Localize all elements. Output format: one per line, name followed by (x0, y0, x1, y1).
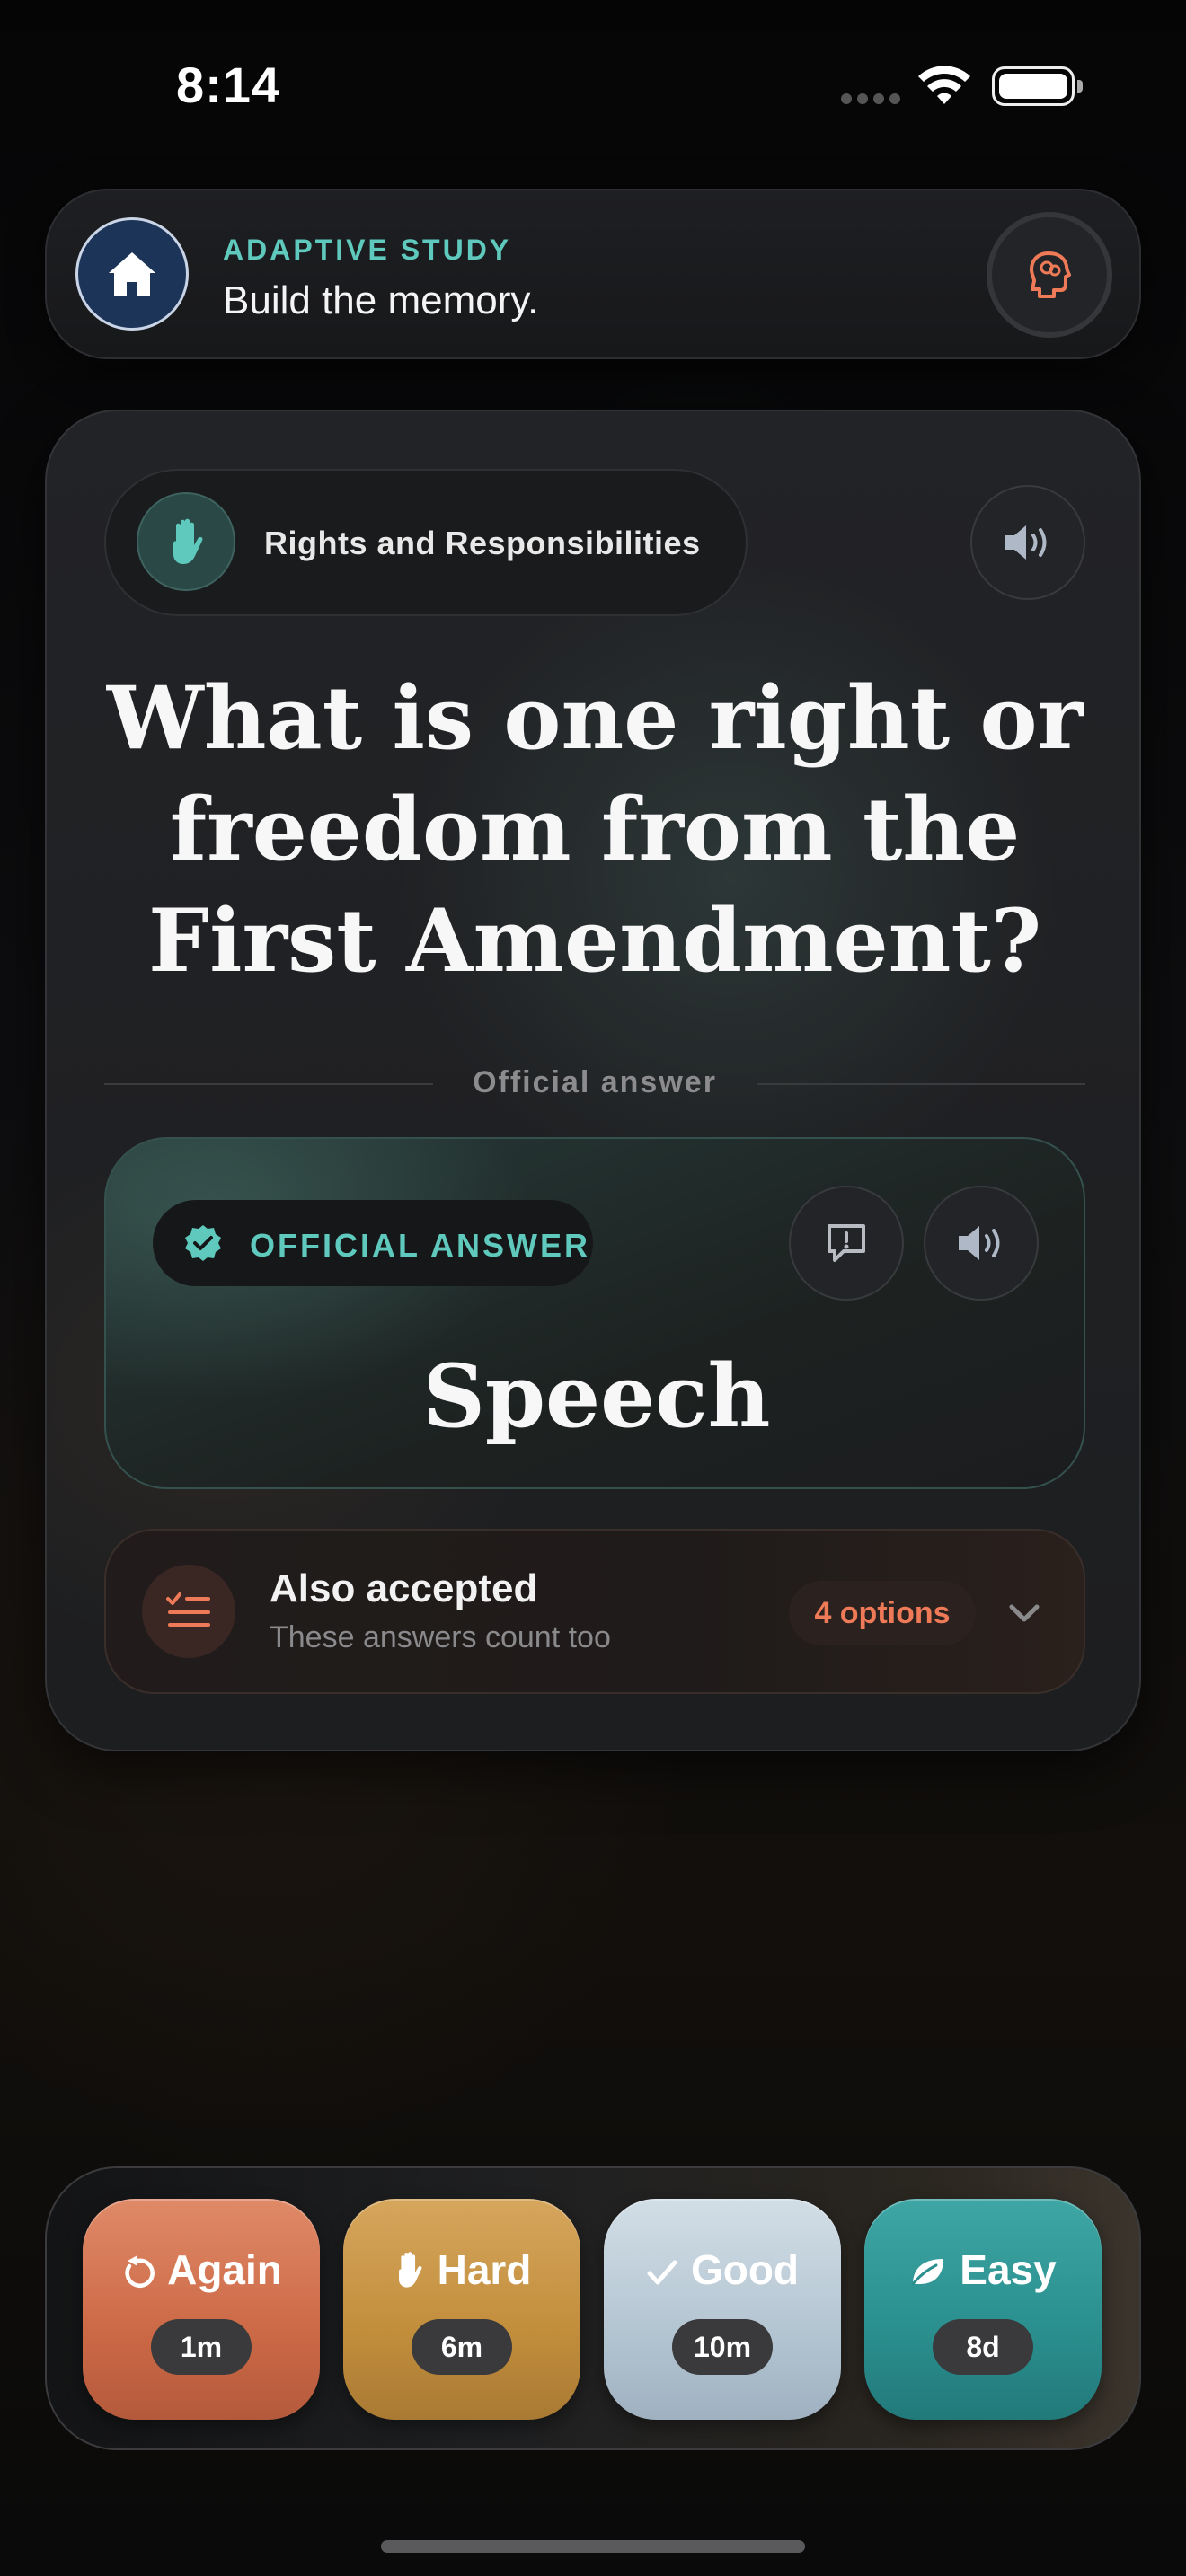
rating-bar: Again 1m Hard 6m Good 10m Easy 8d (45, 2166, 1141, 2450)
feedback-exclamation-icon (828, 1224, 865, 1262)
rate-again-label: Again (167, 2246, 282, 2293)
checklist-icon-badge (142, 1565, 235, 1658)
category-chip: Rights and Responsibilities (104, 469, 748, 616)
battery-icon (992, 66, 1083, 106)
category-label: Rights and Responsibilities (264, 525, 701, 561)
verified-badge-icon (185, 1225, 221, 1261)
question-text: What is one right or freedom from the Fi… (106, 667, 1084, 992)
rate-again-button[interactable]: Again 1m (83, 2199, 320, 2420)
also-accepted-title: Also accepted (270, 1566, 538, 1610)
official-answer-badge: OFFICIAL ANSWER (153, 1200, 593, 1286)
raised-hand-icon (398, 2252, 422, 2288)
official-answer-text: Speech (422, 1345, 771, 1447)
rate-easy-interval: 8d (933, 2319, 1033, 2375)
also-accepted-row[interactable]: Also accepted These answers count too 4 … (104, 1529, 1085, 1694)
options-count-badge: 4 options (789, 1581, 976, 1645)
rate-again-interval: 1m (151, 2319, 252, 2375)
header-title: Build the memory. (223, 278, 539, 322)
rate-hard-label: Hard (437, 2246, 532, 2293)
report-answer-button[interactable] (789, 1186, 904, 1301)
speak-question-button[interactable] (970, 485, 1085, 600)
rate-easy-label: Easy (960, 2246, 1057, 2293)
question-card: Rights and Responsibilities What is one … (45, 410, 1141, 1751)
official-answer-panel: OFFICIAL ANSWER Speech (104, 1137, 1085, 1489)
head-brain-icon (1030, 251, 1071, 298)
speaker-icon (1005, 525, 1047, 560)
raised-hand-icon (173, 518, 203, 564)
chevron-down-icon (1009, 1604, 1040, 1622)
checklist-icon (166, 1592, 210, 1627)
memory-button[interactable] (987, 212, 1112, 338)
speaker-icon (959, 1226, 1000, 1260)
leaf-icon (911, 2259, 944, 2286)
wifi-icon (918, 66, 970, 104)
study-header: ADAPTIVE STUDY Build the memory. (45, 189, 1141, 359)
status-time: 8:14 (176, 57, 281, 113)
checkmark-icon (647, 2260, 677, 2285)
section-divider: Official answer (104, 1065, 1085, 1101)
rate-good-label: Good (690, 2246, 800, 2293)
home-indicator[interactable] (381, 2540, 805, 2553)
also-accepted-subtitle: These answers count too (270, 1620, 611, 1654)
official-answer-label: OFFICIAL ANSWER (250, 1227, 590, 1264)
home-button[interactable] (75, 217, 189, 331)
rate-hard-button[interactable]: Hard 6m (343, 2199, 580, 2420)
rate-good-interval: 10m (672, 2319, 773, 2375)
undo-arrow-icon (125, 2255, 155, 2288)
rate-hard-interval: 6m (412, 2319, 512, 2375)
cellular-signal-icon (841, 93, 904, 106)
status-bar: 8:14 (0, 0, 1186, 180)
house-icon (109, 252, 155, 296)
rate-good-button[interactable]: Good 10m (604, 2199, 841, 2420)
rate-easy-button[interactable]: Easy 8d (864, 2199, 1102, 2420)
category-icon-badge (137, 492, 235, 591)
speak-answer-button[interactable] (924, 1186, 1039, 1301)
header-eyebrow: ADAPTIVE STUDY (223, 234, 512, 266)
divider-label: Official answer (473, 1065, 717, 1099)
